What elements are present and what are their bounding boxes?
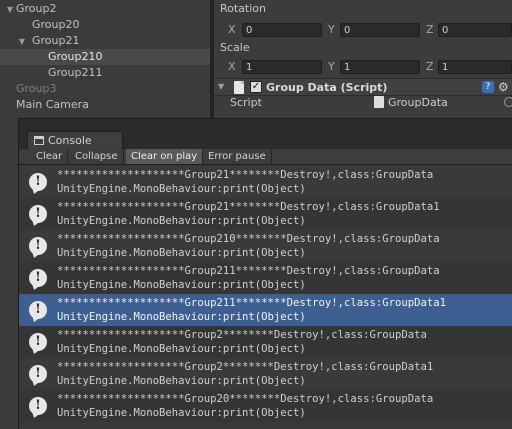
log-message: ********************Group210********Dest… <box>57 233 440 245</box>
info-icon: ! <box>29 173 47 191</box>
info-icon: ! <box>29 269 47 287</box>
error-pause-toggle[interactable]: Error pause <box>203 149 272 164</box>
help-icon[interactable]: ? <box>482 81 494 93</box>
log-stacktrace: UnityEngine.MonoBehaviour:print(Object) <box>57 375 306 387</box>
log-stacktrace: UnityEngine.MonoBehaviour:print(Object) <box>57 215 306 227</box>
gear-icon[interactable]: ⚙ <box>498 81 510 93</box>
hierarchy-item-label: Group211 <box>48 66 103 79</box>
log-stacktrace: UnityEngine.MonoBehaviour:print(Object) <box>57 247 306 259</box>
console-tabbar: Console <box>19 119 512 149</box>
log-entry[interactable]: ! ********************Group20********Des… <box>19 390 512 422</box>
log-message: ********************Group211********Dest… <box>57 297 447 309</box>
console-window-icon <box>34 136 44 145</box>
log-message: ********************Group21********Destr… <box>57 201 440 213</box>
foldout-arrow-icon[interactable]: ▼ <box>218 82 224 91</box>
clear-on-play-toggle[interactable]: Clear on play <box>126 149 204 164</box>
component-title: Group Data (Script) <box>266 81 388 94</box>
expand-arrow-icon[interactable]: ▼ <box>16 34 28 50</box>
component-header[interactable]: ▼ ✓ Group Data (Script) ? ⚙ <box>214 78 512 96</box>
hierarchy-panel: ▼ Group2 Group20 ▼ Group21 Group210 Group2… <box>0 0 210 118</box>
scale-z-field[interactable]: 1 <box>438 60 512 74</box>
hierarchy-item-group210[interactable]: Group210 <box>0 49 210 65</box>
console-toolbar: Clear Collapse Clear on play Error pause <box>19 149 512 165</box>
console-log-list[interactable]: ! ********************Group21********Des… <box>19 166 512 429</box>
log-message: ********************Group2********Destro… <box>57 329 427 341</box>
log-message: ********************Group211********Dest… <box>57 265 440 277</box>
rotation-y-label: Y <box>328 23 335 36</box>
clear-button[interactable]: Clear <box>31 149 69 164</box>
script-value: GroupData <box>388 96 448 109</box>
hierarchy-item-label: Group210 <box>48 50 103 63</box>
log-entry[interactable]: ! ********************Group210********De… <box>19 230 512 262</box>
script-object-field[interactable]: GroupData <box>374 96 512 110</box>
console-window: Console Clear Collapse Clear on play Err… <box>18 118 512 429</box>
inspector-panel: Rotation X 0 Y 0 Z 0 Scale X 1 Y 1 Z 1 ▼… <box>214 0 512 118</box>
log-message: ********************Group21********Destr… <box>57 169 434 181</box>
scale-y-label: Y <box>328 60 335 73</box>
hierarchy-item-group3[interactable]: Group3 <box>0 81 210 97</box>
log-entry[interactable]: ! ********************Group2********Dest… <box>19 326 512 358</box>
hierarchy-item-label: Group2 <box>16 2 57 15</box>
hierarchy-item-label: Group20 <box>32 18 80 31</box>
log-entry[interactable]: ! ********************Group21********Des… <box>19 198 512 230</box>
hierarchy-item-label: Group3 <box>16 82 57 95</box>
rotation-z-label: Z <box>426 23 434 36</box>
scale-label: Scale <box>220 41 250 54</box>
scale-x-field[interactable]: 1 <box>242 60 322 74</box>
rotation-label: Rotation <box>220 2 267 15</box>
log-entry-selected[interactable]: ! ********************Group211********De… <box>19 294 512 326</box>
info-icon: ! <box>29 237 47 255</box>
hierarchy-item-group2[interactable]: ▼ Group2 <box>0 1 210 17</box>
log-entry[interactable]: ! ********************Group21********Des… <box>19 166 512 198</box>
hierarchy-item-group211[interactable]: Group211 <box>0 65 210 81</box>
component-enabled-checkbox[interactable]: ✓ <box>250 81 262 93</box>
script-file-icon <box>234 81 244 94</box>
rotation-x-field[interactable]: 0 <box>242 23 322 37</box>
log-stacktrace: UnityEngine.MonoBehaviour:print(Object) <box>57 279 306 291</box>
hierarchy-item-label: Main Camera <box>16 98 89 111</box>
info-icon: ! <box>29 333 47 351</box>
object-picker-icon[interactable] <box>504 97 512 107</box>
hierarchy-item-main-camera[interactable]: Main Camera <box>0 97 210 113</box>
log-stacktrace: UnityEngine.MonoBehaviour:print(Object) <box>57 407 306 419</box>
tab-console-label: Console <box>48 134 92 147</box>
rotation-z-field[interactable]: 0 <box>438 23 512 37</box>
hierarchy-item-group20[interactable]: Group20 <box>0 17 210 33</box>
scale-x-label: X <box>228 60 236 73</box>
log-stacktrace: UnityEngine.MonoBehaviour:print(Object) <box>57 343 306 355</box>
expand-arrow-icon[interactable]: ▼ <box>4 2 16 18</box>
scale-y-field[interactable]: 1 <box>340 60 420 74</box>
hierarchy-item-label: Group21 <box>32 34 80 47</box>
log-entry[interactable]: ! ********************Group211********De… <box>19 262 512 294</box>
info-icon: ! <box>29 301 47 319</box>
scale-z-label: Z <box>426 60 434 73</box>
script-label: Script <box>230 96 262 109</box>
rotation-y-field[interactable]: 0 <box>340 23 420 37</box>
log-entry[interactable]: ! ********************Group2********Dest… <box>19 358 512 390</box>
cs-script-icon <box>374 96 384 108</box>
rotation-x-label: X <box>228 23 236 36</box>
collapse-button[interactable]: Collapse <box>70 149 124 164</box>
log-stacktrace: UnityEngine.MonoBehaviour:print(Object) <box>57 183 306 195</box>
log-stacktrace: UnityEngine.MonoBehaviour:print(Object) <box>57 311 306 323</box>
info-icon: ! <box>29 205 47 223</box>
tab-console[interactable]: Console <box>27 131 123 149</box>
info-icon: ! <box>29 397 47 415</box>
hierarchy-item-group21[interactable]: ▼ Group21 <box>0 33 210 49</box>
log-message: ********************Group2********Destro… <box>57 361 434 373</box>
log-message: ********************Group20********Destr… <box>57 393 434 405</box>
info-icon: ! <box>29 365 47 383</box>
